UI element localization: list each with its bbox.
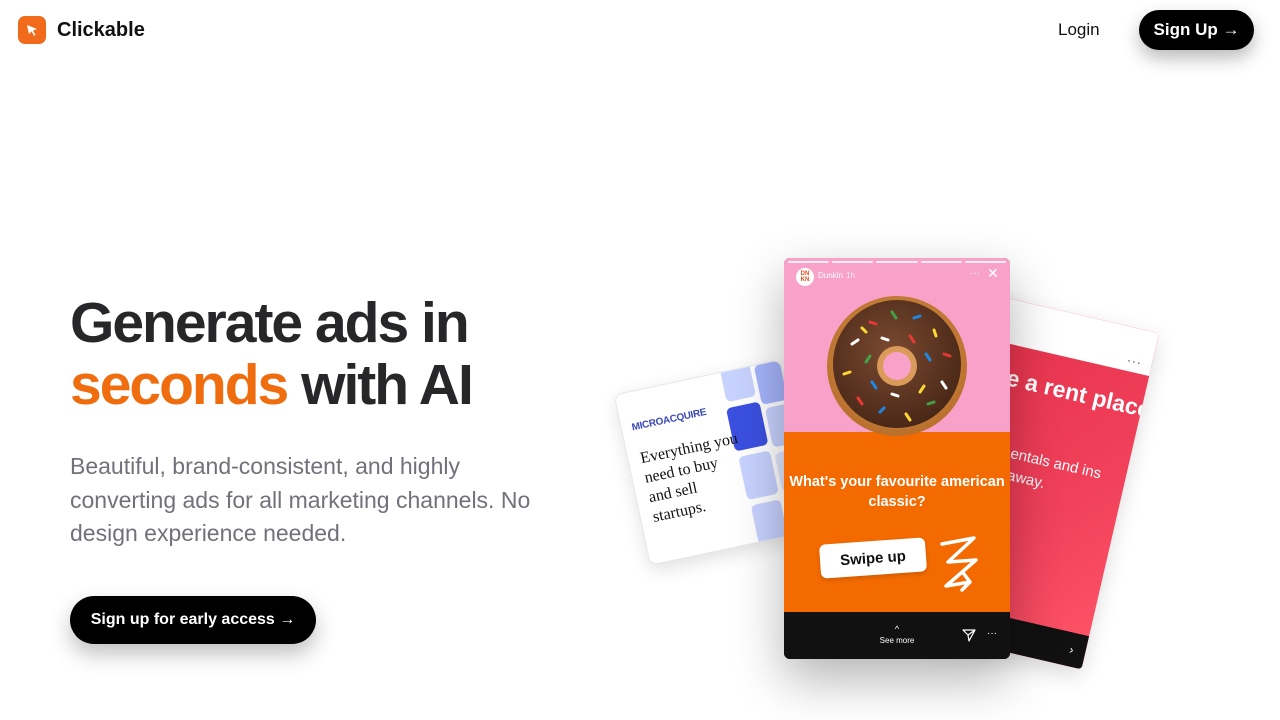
story-progress: [788, 261, 1007, 263]
close-icon: ✕: [987, 265, 999, 281]
microacquire-brand: MICROACQUIRE: [630, 406, 708, 434]
hero-subtitle: Beautiful, brand-consistent, and highly …: [70, 453, 531, 546]
headline-line1: Generate ads in: [70, 291, 470, 355]
chevron-right-icon: ›: [1068, 642, 1076, 657]
login-link[interactable]: Login: [1058, 20, 1100, 40]
dunkin-avatar: DN KN: [796, 268, 814, 286]
top-navigation: Clickable Login Sign Up →: [0, 0, 1280, 62]
early-access-button[interactable]: Sign up for early access →: [70, 596, 316, 644]
headline-accent: seconds: [70, 353, 289, 417]
donut-image: [827, 296, 967, 436]
hero-headline: Generate ads in seconds with AI: [70, 291, 474, 417]
signup-button[interactable]: Sign Up →: [1139, 10, 1254, 50]
see-more-label: See more: [879, 636, 915, 645]
story-username: Dunkin: [818, 271, 843, 280]
landing-page: Clickable Login Sign Up → Generate ads i…: [0, 0, 1280, 720]
logo-icon: [18, 16, 46, 44]
story-time: 1h: [846, 271, 855, 280]
brand-link[interactable]: Clickable: [18, 16, 145, 44]
more-options-icon: ···: [1125, 352, 1144, 370]
story-menu-icon: ···: [970, 268, 980, 279]
brand-name: Clickable: [57, 18, 145, 41]
send-icon: [962, 629, 976, 642]
headline-rest: with AI: [301, 353, 474, 417]
story-question: What's your favourite american classic?: [789, 474, 1005, 510]
scribble-arrow-icon: [940, 536, 978, 592]
chevron-up-icon: ^: [894, 624, 900, 634]
microacquire-copy: Everything you need to buy and sell star…: [638, 429, 740, 526]
dunkin-story-ad: DN KN Dunkin 1h ··· ✕ What's your favour…: [784, 258, 1010, 659]
story-more-icon: ···: [987, 628, 997, 639]
